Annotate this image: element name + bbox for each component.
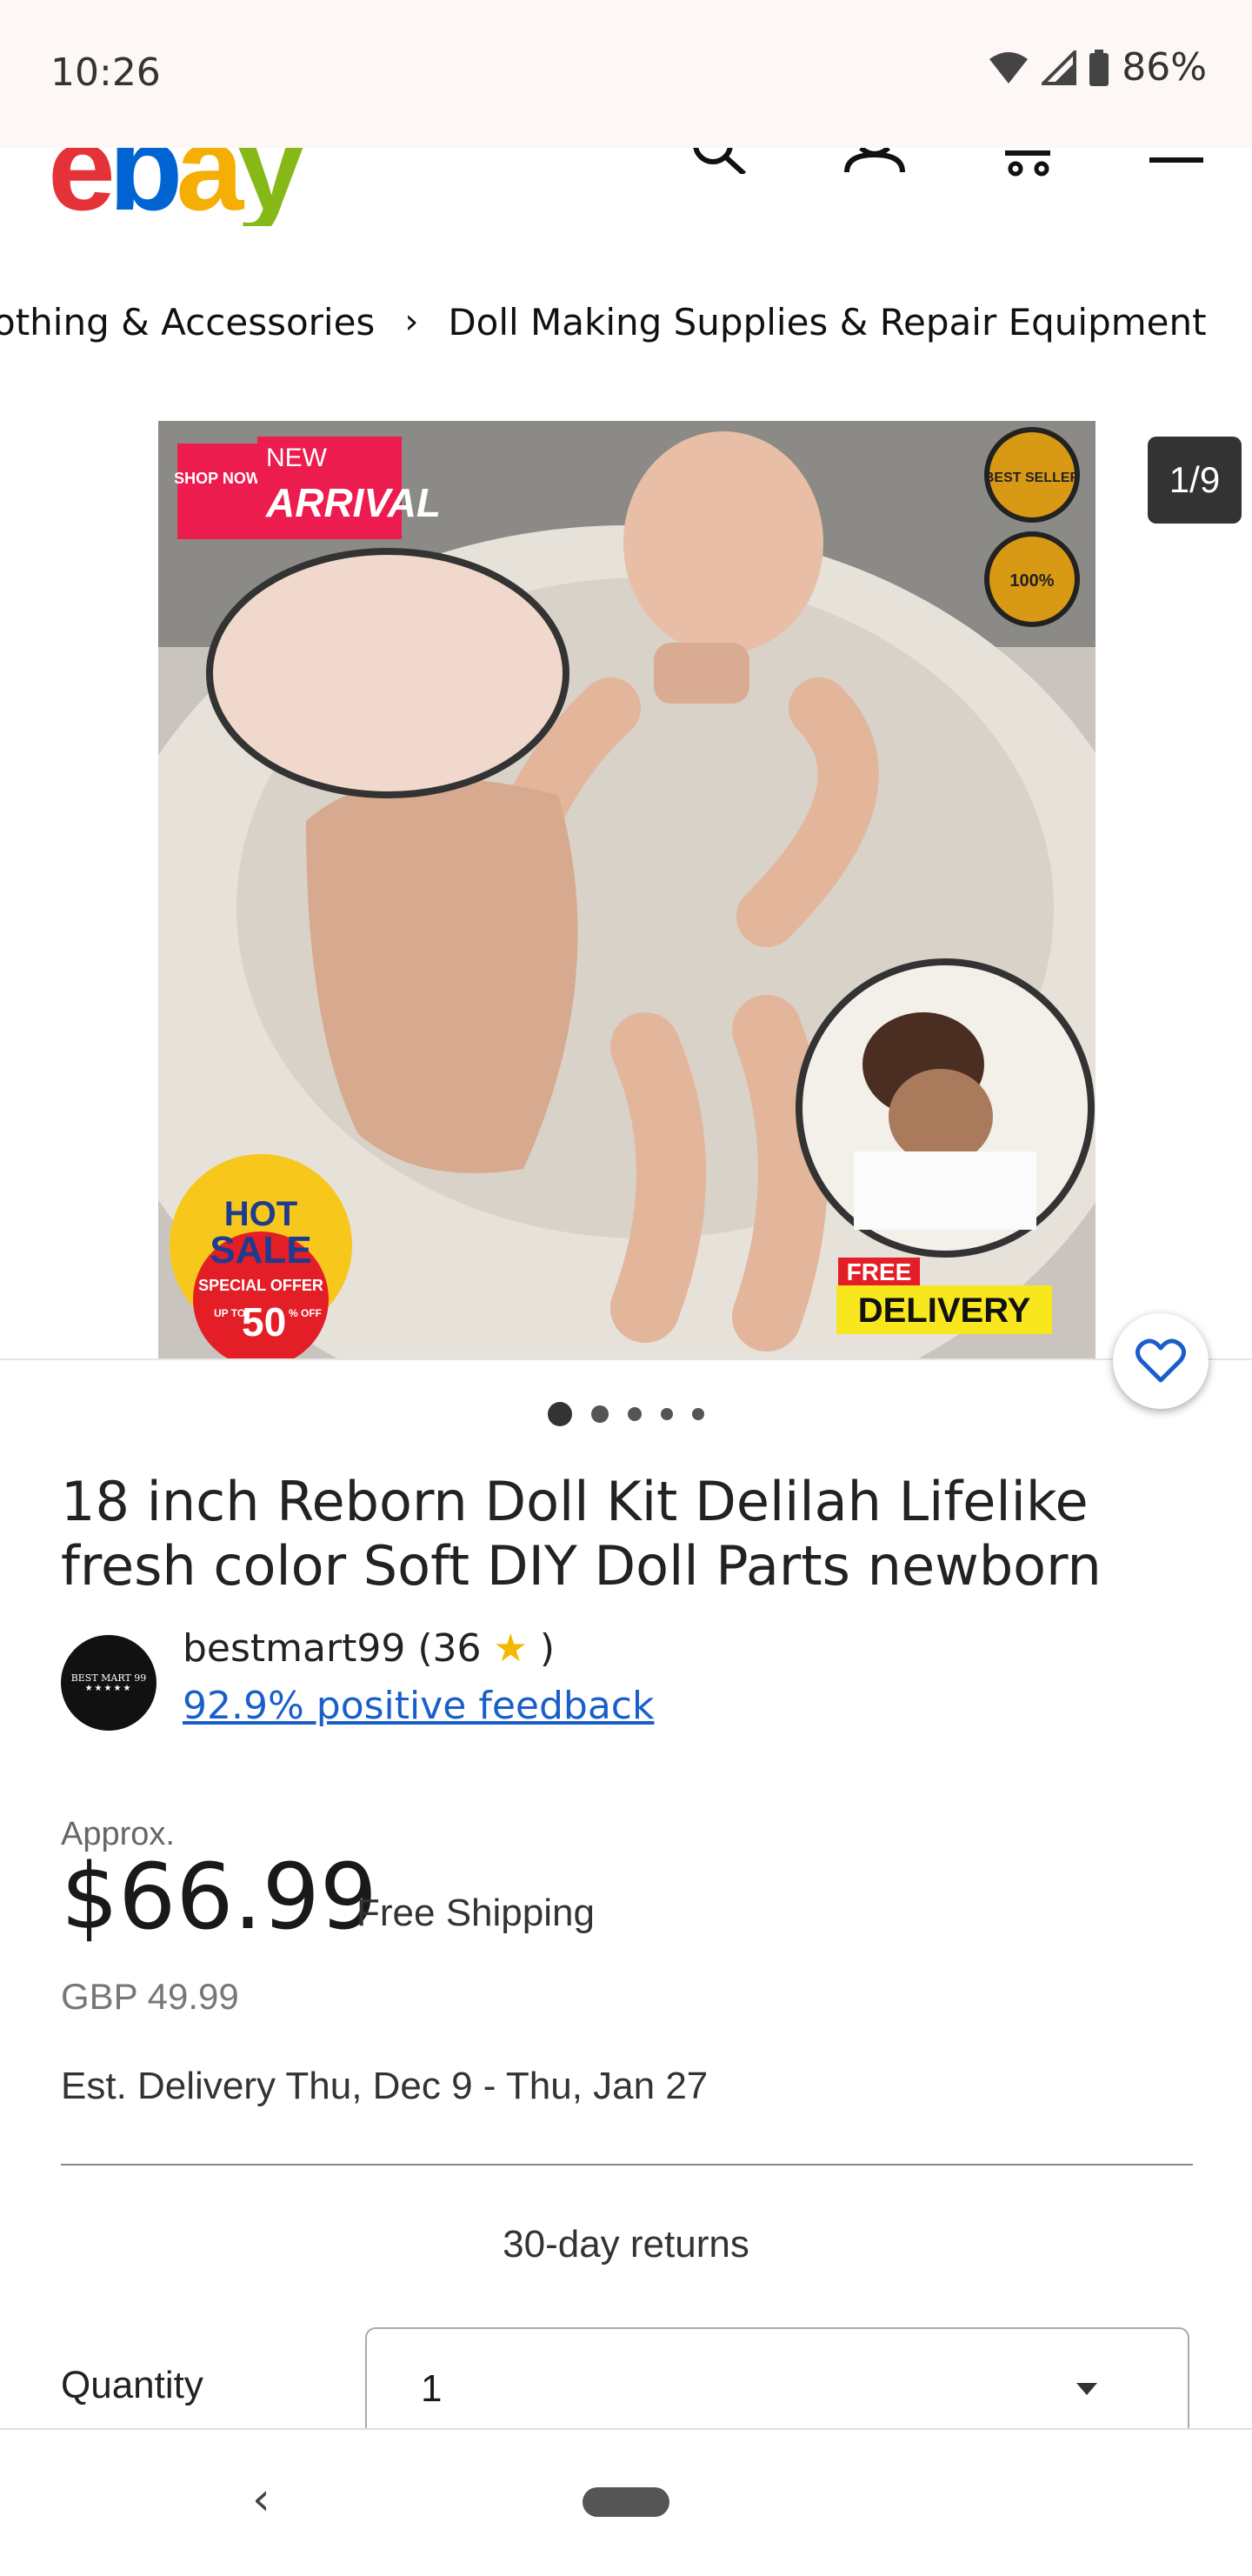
home-pill[interactable] [583,2487,669,2517]
watchlist-button[interactable] [1113,1313,1209,1409]
original-price: GBP 49.99 [61,1976,239,2017]
breadcrumb-item-doll-supplies[interactable]: Doll Making Supplies & Repair Equipment [448,301,1206,344]
heart-icon [1135,1338,1186,1383]
search-icon[interactable] [685,148,755,174]
quantity-label: Quantity [61,2364,203,2406]
system-navigation-bar: ‹ [0,2428,1252,2576]
image-counter: 1/9 [1148,437,1242,524]
seller-name[interactable]: bestmart99 (36 ★ ) [183,1626,555,1671]
badge-special-offer: SPECIAL OFFER [198,1277,323,1294]
seller-feedback-link[interactable]: 92.9% positive feedback [183,1684,654,1728]
quantity-value: 1 [421,2367,443,2410]
logo-letter-b: b [108,148,183,226]
pagination-dot[interactable] [548,1402,572,1426]
status-bar: 10:26 86% [0,0,1252,148]
account-icon[interactable] [840,148,909,174]
badge-arrival: ARRIVAL [265,480,441,525]
divider [61,2164,1193,2166]
star-icon: ★ [481,1626,528,1671]
badge-sale: SALE [210,1229,311,1271]
seller-avatar[interactable]: BEST MART 99 ★★★★★ [61,1635,156,1731]
breadcrumb-item-clothing[interactable]: othing & Accessories [0,301,375,344]
seller-avatar-text: BEST MART 99 [70,1672,147,1684]
logo-letter-a: a [176,148,243,226]
badge-off: % OFF [289,1307,322,1319]
menu-icon[interactable] [1146,148,1207,174]
back-icon[interactable]: ‹ [252,2473,270,2526]
badge-shop-now: SHOP NOW [174,470,261,487]
quantity-select[interactable]: 1 [365,2327,1189,2440]
chevron-right-icon: › [404,302,419,342]
product-title: 18 inch Reborn Doll Kit Delilah Lifelike… [61,1470,1102,1598]
app-header: ebay [0,148,1252,226]
returns-policy: 30-day returns [503,2223,749,2266]
ebay-logo[interactable]: ebay [48,148,304,226]
logo-letter-y: y [236,148,304,226]
pagination-dot[interactable] [591,1405,609,1423]
pagination-dot[interactable] [692,1408,704,1420]
seller-name-close: ) [527,1626,556,1671]
badge-free: FREE [847,1258,912,1285]
badge-best-seller: BEST SELLER [984,470,1081,485]
product-image[interactable]: SHOP NOW NEW ARRIVAL BEST SELLER 100% HO… [158,421,1096,1358]
image-pagination-dots [0,1402,1252,1426]
pagination-dot[interactable] [628,1407,642,1421]
estimated-delivery: Est. Delivery Thu, Dec 9 - Thu, Jan 27 [61,2065,709,2107]
status-time: 10:26 [50,50,161,95]
status-indicators: 86% [988,45,1207,90]
badge-100: 100% [1009,571,1054,591]
badge-upto: UP TO [214,1307,245,1319]
signal-icon [1042,50,1077,85]
doll-kit-photo: SHOP NOW NEW ARRIVAL BEST SELLER 100% HO… [158,421,1096,1358]
badge-fifty: 50 [242,1299,286,1345]
shipping-info: Free Shipping [356,1892,595,1934]
battery-percent: 86% [1122,45,1207,90]
star-rating-icon: ★★★★★ [84,1684,133,1693]
caret-down-icon [1076,2383,1097,2395]
price: $66.99 [61,1844,377,1950]
badge-new: NEW [266,444,328,472]
logo-letter-e: e [48,148,116,226]
pagination-dot[interactable] [661,1408,673,1420]
image-gallery[interactable]: SHOP NOW NEW ARRIVAL BEST SELLER 100% HO… [0,409,1252,1360]
cart-icon[interactable] [1000,148,1061,179]
seller-name-text: bestmart99 (36 [183,1626,482,1671]
badge-hot: HOT [224,1195,297,1233]
wifi-icon [989,51,1029,83]
breadcrumb: othing & Accessories › Doll Making Suppl… [0,296,1207,348]
badge-delivery: DELIVERY [858,1291,1031,1330]
battery-icon [1089,49,1109,86]
